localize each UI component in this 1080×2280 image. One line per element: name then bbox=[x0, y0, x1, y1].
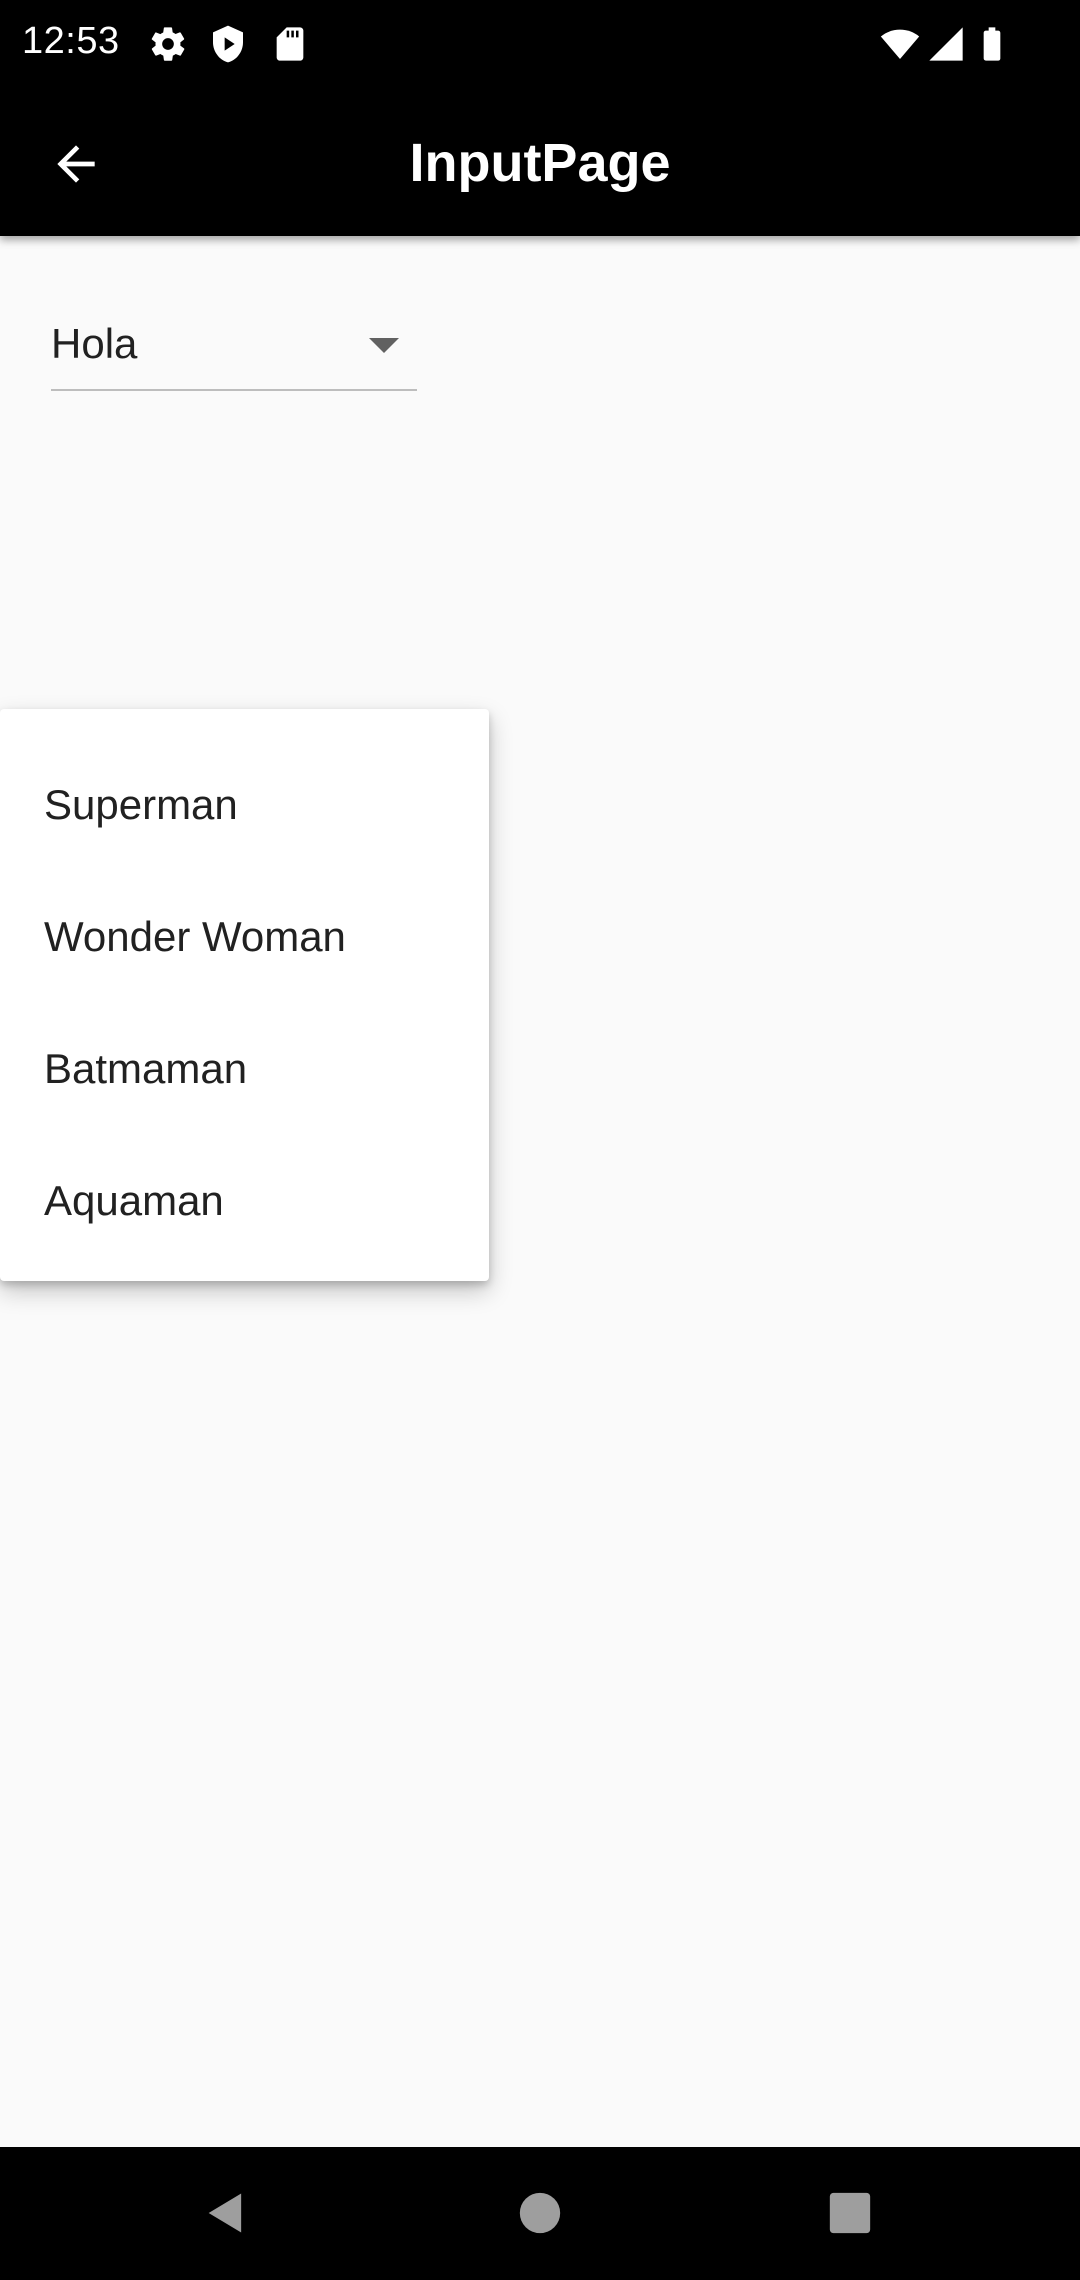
phone-screen: 12:53 InputPage Hola Superman Wonder Wom… bbox=[0, 0, 1080, 2280]
dropdown-menu: Superman Wonder Woman Batmaman Aquaman bbox=[0, 709, 489, 1281]
status-bar: 12:53 bbox=[0, 0, 1080, 88]
menu-item-wonder-woman[interactable]: Wonder Woman bbox=[0, 871, 489, 1003]
nav-back-button[interactable] bbox=[186, 2175, 266, 2255]
menu-item-superman[interactable]: Superman bbox=[0, 739, 489, 871]
superhero-dropdown[interactable]: Hola bbox=[51, 308, 417, 391]
home-circle-icon bbox=[518, 2191, 562, 2240]
battery-icon bbox=[972, 24, 1012, 64]
page-body: Hola Superman Wonder Woman Batmaman Aqua… bbox=[0, 236, 1080, 2147]
app-bar: InputPage bbox=[0, 88, 1080, 236]
nav-recents-button[interactable] bbox=[810, 2175, 890, 2255]
page-title: InputPage bbox=[409, 133, 671, 193]
shield-play-icon bbox=[208, 24, 248, 64]
back-triangle-icon bbox=[200, 2187, 252, 2244]
system-nav-bar bbox=[0, 2147, 1080, 2280]
cellular-signal-icon bbox=[926, 24, 966, 64]
wifi-icon bbox=[880, 24, 920, 64]
menu-item-batmaman[interactable]: Batmaman bbox=[0, 1003, 489, 1135]
dropdown-selected-value: Hola bbox=[51, 320, 138, 367]
settings-icon bbox=[148, 24, 188, 64]
menu-item-aquaman[interactable]: Aquaman bbox=[0, 1135, 489, 1267]
sd-card-icon bbox=[270, 24, 310, 64]
recents-square-icon bbox=[828, 2191, 872, 2240]
nav-home-button[interactable] bbox=[500, 2175, 580, 2255]
arrow-drop-down-icon bbox=[369, 338, 399, 353]
status-time: 12:53 bbox=[22, 20, 120, 62]
